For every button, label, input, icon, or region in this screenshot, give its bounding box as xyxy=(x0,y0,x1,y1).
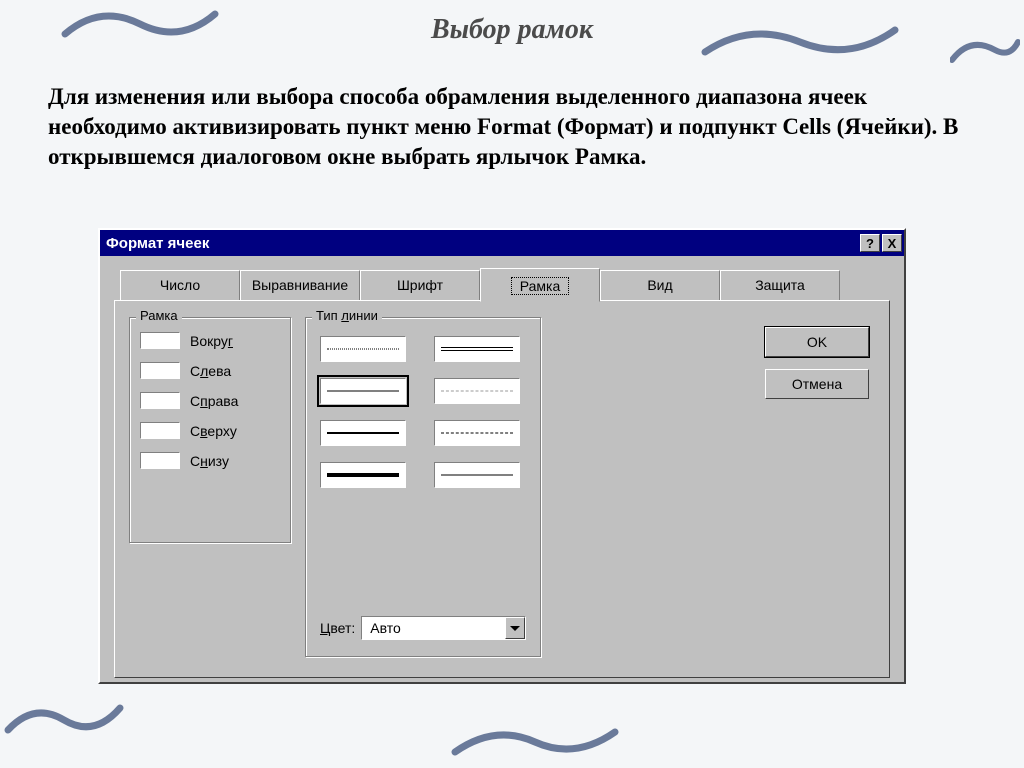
format-cells-dialog: Формат ячеек ? X Число Выравнивание Шриф… xyxy=(98,228,906,684)
border-swatch xyxy=(140,392,180,409)
ok-button[interactable]: OK xyxy=(765,327,869,357)
help-button[interactable]: ? xyxy=(860,234,880,252)
tab-alignment[interactable]: Выравнивание xyxy=(240,270,360,302)
border-label: Слева xyxy=(190,363,231,379)
tab-font[interactable]: Шрифт xyxy=(360,270,480,302)
close-button[interactable]: X xyxy=(882,234,902,252)
tabstrip: Число Выравнивание Шрифт Рамка Вид Защит… xyxy=(120,270,890,302)
dialog-title: Формат ячеек xyxy=(106,235,858,252)
border-label: Сверху xyxy=(190,423,237,439)
color-label: Цвет: xyxy=(320,620,355,636)
line-style-fine-dash[interactable] xyxy=(434,378,520,404)
group-border-legend: Рамка xyxy=(136,308,182,323)
page-title: Выбор рамок xyxy=(0,14,1024,46)
line-style-thick[interactable] xyxy=(320,462,406,488)
cancel-button[interactable]: Отмена xyxy=(765,369,869,399)
border-label: Снизу xyxy=(190,453,229,469)
tab-number[interactable]: Число xyxy=(120,270,240,302)
line-style-double[interactable] xyxy=(434,336,520,362)
decoration-swirl xyxy=(450,722,620,762)
border-label: Справа xyxy=(190,393,238,409)
dropdown-icon[interactable] xyxy=(505,617,525,639)
line-style-dash[interactable] xyxy=(434,420,520,446)
group-line-style: Тип линии Цвет: Авто xyxy=(305,317,541,657)
dialog-titlebar: Формат ячеек ? X xyxy=(100,230,904,256)
decoration-swirl xyxy=(4,696,124,740)
line-style-hair[interactable] xyxy=(434,462,520,488)
border-swatch xyxy=(140,332,180,349)
border-bottom[interactable]: Снизу xyxy=(140,452,280,469)
border-swatch xyxy=(140,452,180,469)
tab-patterns[interactable]: Вид xyxy=(600,270,720,302)
border-top[interactable]: Сверху xyxy=(140,422,280,439)
line-style-dotted[interactable] xyxy=(320,336,406,362)
dialog-body: Число Выравнивание Шрифт Рамка Вид Защит… xyxy=(100,256,904,682)
border-label: Вокруг xyxy=(190,333,233,349)
border-outline[interactable]: Вокруг xyxy=(140,332,280,349)
group-border-position: Рамка Вокруг Слева Справа xyxy=(129,317,291,543)
group-line-legend: Тип линии xyxy=(312,308,382,323)
tab-border[interactable]: Рамка xyxy=(480,268,600,302)
border-left[interactable]: Слева xyxy=(140,362,280,379)
line-style-medium[interactable] xyxy=(320,420,406,446)
color-combo[interactable]: Авто xyxy=(361,616,526,640)
body-text: Для изменения или выбора способа обрамле… xyxy=(48,82,968,172)
line-style-thin[interactable] xyxy=(320,378,406,404)
border-swatch xyxy=(140,422,180,439)
tab-panel-border: Рамка Вокруг Слева Справа xyxy=(114,300,890,678)
color-value: Авто xyxy=(362,620,505,636)
border-swatch xyxy=(140,362,180,379)
tab-protection[interactable]: Защита xyxy=(720,270,840,302)
border-right[interactable]: Справа xyxy=(140,392,280,409)
